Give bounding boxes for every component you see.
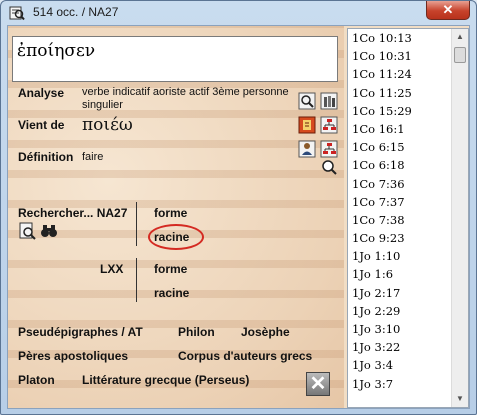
separator: [136, 202, 137, 246]
window-title: 514 occ. / NA27: [33, 5, 119, 19]
reference-item[interactable]: 1Jo 2:17: [348, 284, 452, 302]
person-book-icon[interactable]: [298, 140, 316, 158]
josephe-link[interactable]: Josèphe: [241, 325, 290, 339]
philon-link[interactable]: Philon: [178, 325, 215, 339]
reference-item[interactable]: 1Co 11:24: [348, 65, 452, 83]
reference-item[interactable]: 1Co 10:13: [348, 29, 452, 47]
magnifier-book-icon: [9, 5, 25, 21]
analyse-value: verbe indicatif aoriste actif 3ème perso…: [82, 86, 289, 111]
references-list[interactable]: 1Co 10:13 1Co 10:31 1Co 11:24 1Co 11:25 1Co …: [347, 28, 469, 408]
reference-item[interactable]: 1Jo 3:22: [348, 338, 452, 356]
reference-item[interactable]: 1Co 10:31: [348, 47, 452, 65]
client-area: ἐποίησεν Analyse verbe indicatif aoriste…: [7, 25, 470, 409]
vient-de-label: Vient de: [18, 118, 65, 132]
scrollbar[interactable]: ▲ ▼: [451, 29, 468, 407]
grammar-book-icon[interactable]: [320, 92, 338, 110]
reference-item[interactable]: 1Jo 2:29: [348, 302, 452, 320]
scroll-thumb[interactable]: [454, 47, 466, 63]
references-items: 1Co 10:13 1Co 10:31 1Co 11:24 1Co 11:25 1Co …: [348, 29, 452, 393]
title-bar[interactable]: 514 occ. / NA27 ✕: [1, 1, 476, 25]
reference-item[interactable]: 1Jo 1:10: [348, 247, 452, 265]
separator: [136, 258, 137, 302]
close-button[interactable]: ✕: [306, 372, 330, 396]
lxx-label: LXX: [100, 262, 124, 276]
na27-forme-link[interactable]: forme: [154, 206, 187, 220]
search-document-icon[interactable]: [18, 222, 36, 240]
reference-item[interactable]: 1Co 9:23: [348, 229, 452, 247]
corpus-auteurs-link[interactable]: Corpus d'auteurs grecs: [178, 349, 312, 363]
definition-label: Définition: [18, 150, 74, 164]
lxx-racine-link[interactable]: racine: [154, 286, 189, 300]
reference-item[interactable]: 1Co 7:36: [348, 175, 452, 193]
definition-value: faire: [82, 151, 104, 163]
peres-apostoliques-link[interactable]: Pères apostoliques: [18, 349, 128, 363]
search-icon[interactable]: [320, 158, 338, 176]
reference-item[interactable]: 1Jo 1:6: [348, 265, 452, 283]
reference-item[interactable]: 1Co 6:18: [348, 156, 452, 174]
reference-item[interactable]: 1Jo 3:10: [348, 320, 452, 338]
tree-icon[interactable]: [320, 116, 338, 134]
window-close-button[interactable]: ✕: [426, 1, 470, 20]
scroll-up-icon[interactable]: ▲: [452, 29, 468, 45]
platon-link[interactable]: Platon: [18, 373, 55, 387]
reference-item[interactable]: 1Co 6:15: [348, 138, 452, 156]
reference-item[interactable]: 1Co 7:38: [348, 211, 452, 229]
reference-item[interactable]: 1Co 7:37: [348, 193, 452, 211]
reference-item[interactable]: 1Jo 3:7: [348, 375, 452, 393]
search-analyse-icon[interactable]: [298, 92, 316, 110]
dictionary-window: 514 occ. / NA27 ✕ ἐποίησεν Analyse verbe…: [0, 0, 477, 415]
scroll-down-icon[interactable]: ▼: [452, 391, 468, 407]
perseus-link[interactable]: Littérature grecque (Perseus): [82, 373, 249, 387]
reference-item[interactable]: 1Co 11:25: [348, 84, 452, 102]
lexicon-icon[interactable]: [298, 116, 316, 134]
highlight-circle: [148, 224, 204, 250]
lxx-forme-link[interactable]: forme: [154, 262, 187, 276]
binoculars-icon[interactable]: [40, 222, 58, 240]
tree-icon[interactable]: [320, 140, 338, 158]
analyse-label: Analyse: [18, 86, 65, 100]
reference-item[interactable]: 1Jo 3:4: [348, 356, 452, 374]
reference-item[interactable]: 1Co 16:1: [348, 120, 452, 138]
reference-item[interactable]: 1Co 15:29: [348, 102, 452, 120]
rechercher-label: Rechercher... NA27: [18, 206, 128, 220]
lemma-value[interactable]: ποιέω: [82, 115, 133, 135]
greek-word-field[interactable]: ἐποίησεν: [12, 36, 338, 82]
pseudepigraphes-link[interactable]: Pseudépigraphes / AT: [18, 325, 143, 339]
